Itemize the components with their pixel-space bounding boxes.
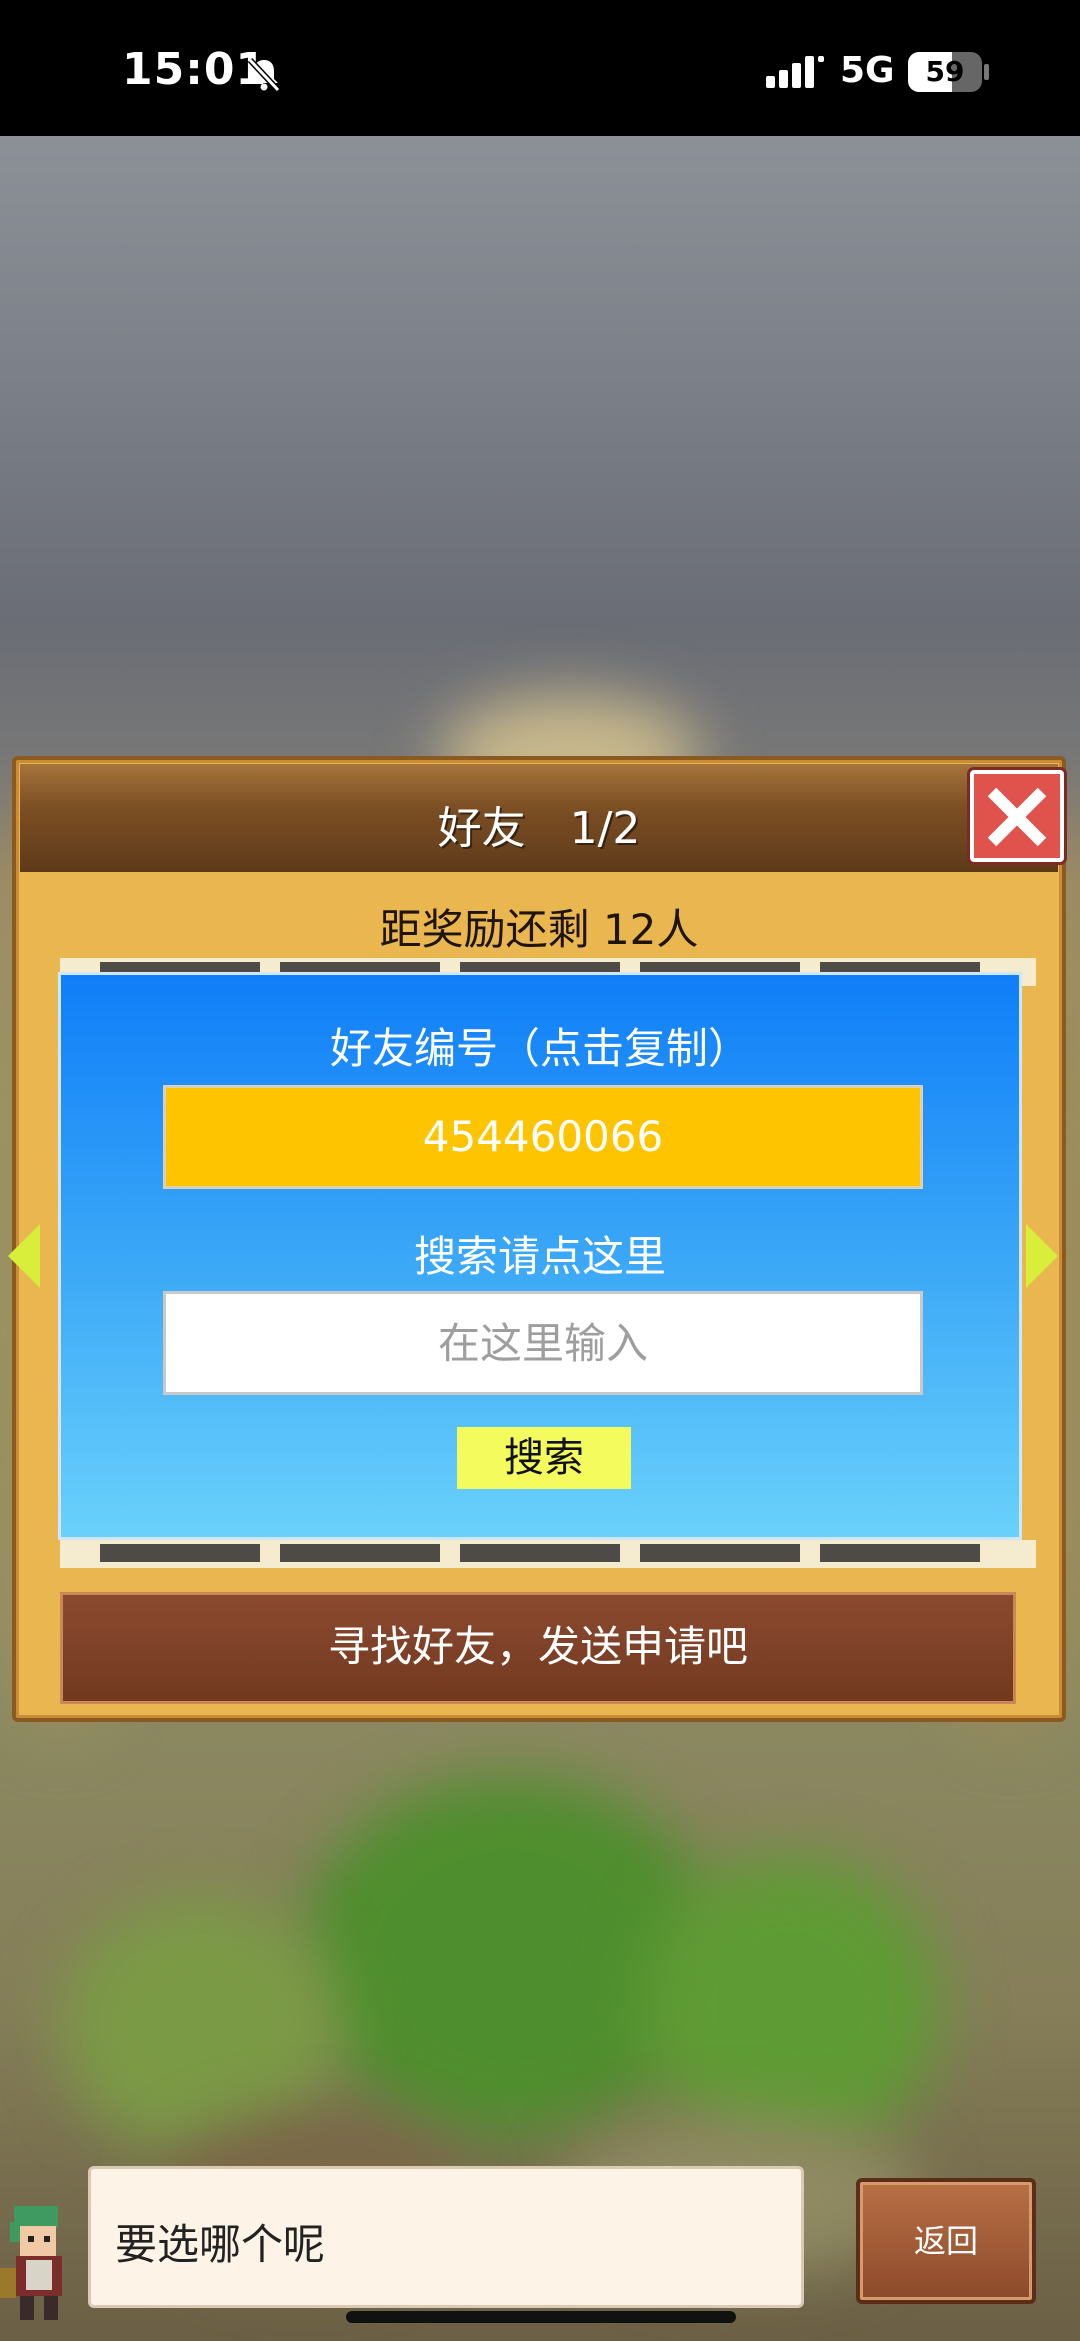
message-bubble: 要选哪个呢 — [88, 2166, 804, 2308]
close-icon — [987, 787, 1047, 847]
bell-muted-icon — [247, 57, 281, 93]
friend-slot-strip-bottom — [60, 1540, 1036, 1568]
signal-icon — [766, 56, 824, 88]
friend-slot — [820, 1544, 980, 1562]
panel-title: 好友 1/2 — [437, 803, 641, 854]
friend-slot — [100, 1544, 260, 1562]
friend-slot — [640, 1544, 800, 1562]
friend-search-input[interactable] — [163, 1291, 923, 1395]
reward-remaining-text: 距奖励还剩 12人 — [379, 905, 699, 954]
home-indicator[interactable] — [346, 2311, 736, 2323]
right-arrow-icon[interactable] — [1026, 1224, 1058, 1288]
friend-id-copy-button[interactable]: 454460066 — [163, 1085, 923, 1189]
battery-icon: 59 — [908, 52, 982, 92]
friend-search-dialog: 好友编号（点击复制） 454460066 搜索请点这里 搜索 — [58, 972, 1022, 1540]
back-button[interactable]: 返回 — [856, 2178, 1036, 2304]
background-blob — [640, 1856, 940, 2156]
friend-slot — [280, 1544, 440, 1562]
search-label: 搜索请点这里 — [413, 1232, 666, 1281]
network-type: 5G — [840, 50, 895, 91]
friend-id-label: 好友编号（点击复制） — [329, 1024, 750, 1073]
status-bar: 15:01 5G 59 — [0, 0, 1080, 136]
left-arrow-icon[interactable] — [8, 1224, 40, 1288]
battery-tip — [984, 64, 989, 80]
close-button[interactable] — [970, 770, 1064, 862]
search-button[interactable]: 搜索 — [457, 1427, 631, 1489]
message-text: 要选哪个呢 — [115, 2220, 326, 2269]
friend-slot — [460, 1544, 620, 1562]
character-avatar — [0, 2206, 62, 2320]
battery-level: 59 — [925, 55, 965, 88]
find-friends-banner[interactable]: 寻找好友，发送申请吧 — [60, 1592, 1016, 1704]
panel-header: 好友 1/2 — [20, 764, 1064, 872]
